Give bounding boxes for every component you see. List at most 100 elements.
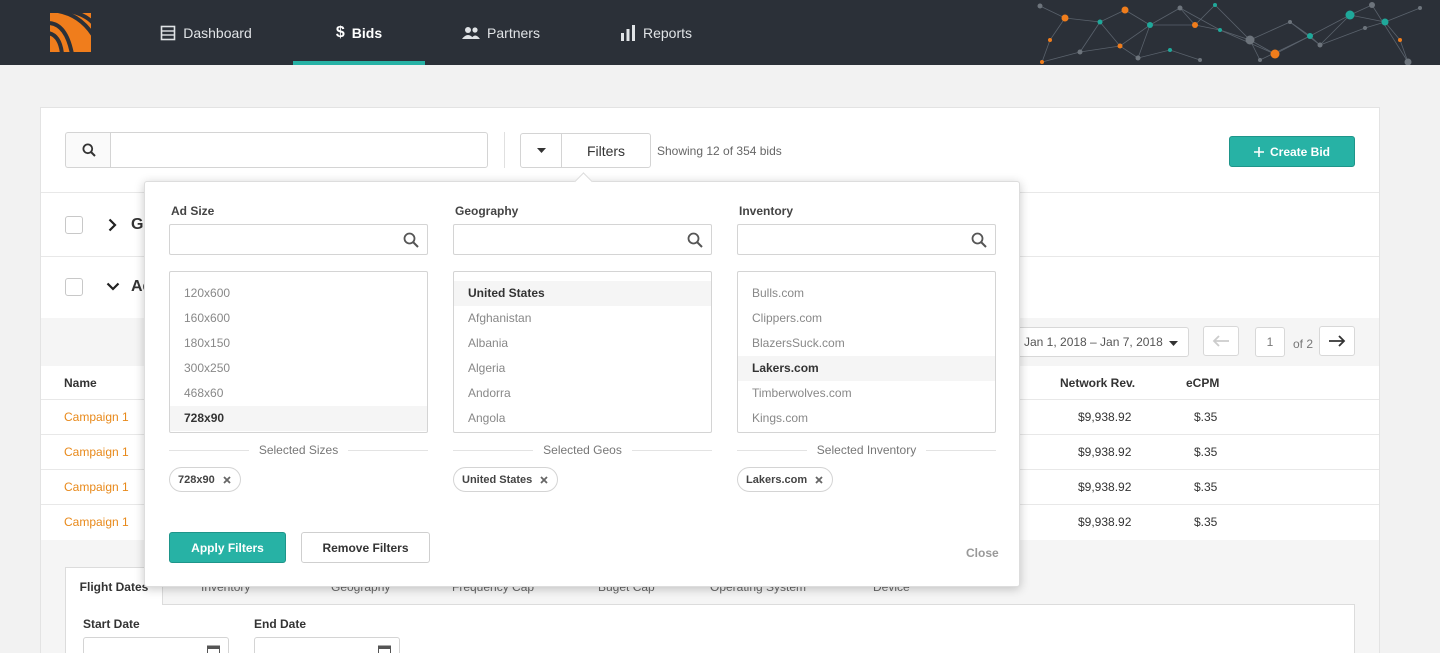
plus-icon bbox=[1253, 146, 1264, 157]
create-bid-label: Create Bid bbox=[1269, 144, 1331, 159]
selected-inventory-chip: Lakers.com bbox=[737, 467, 834, 492]
search-button[interactable] bbox=[65, 132, 111, 168]
nav-partners-label: Partners bbox=[487, 24, 540, 41]
list-item[interactable]: Angola bbox=[454, 406, 711, 431]
page-total: of 2 bbox=[1293, 337, 1314, 351]
divider bbox=[631, 449, 712, 451]
filter-dropdown-toggle[interactable] bbox=[520, 133, 562, 168]
selected-geos-label: Selected Geos bbox=[543, 443, 622, 457]
search-input[interactable] bbox=[110, 132, 488, 168]
column-header-network-rev[interactable]: Network Rev. bbox=[1060, 376, 1135, 390]
list-item-selected[interactable]: 728x90 bbox=[170, 406, 427, 431]
dashboard-icon bbox=[160, 25, 176, 40]
top-navigation-bar: Dashboard $ Bids Partners Reports bbox=[0, 0, 1440, 65]
ad-size-list[interactable]: 120x600 160x600 180x150 300x250 468x60 7… bbox=[169, 271, 428, 433]
arrow-right-icon bbox=[1329, 335, 1346, 347]
list-item[interactable]: Afghanistan bbox=[454, 306, 711, 331]
remove-chip-icon[interactable] bbox=[815, 475, 823, 484]
chevron-down-icon[interactable] bbox=[106, 282, 120, 291]
chip-label: 728x90 bbox=[178, 473, 215, 486]
page-number-input[interactable]: 1 bbox=[1255, 327, 1285, 357]
remove-chip-icon[interactable] bbox=[223, 475, 231, 484]
campaign-link[interactable]: Campaign 1 bbox=[64, 410, 129, 424]
list-item[interactable]: 160x600 bbox=[170, 306, 427, 331]
selected-size-chip: 728x90 bbox=[169, 467, 241, 492]
apply-filters-button[interactable]: Apply Filters bbox=[169, 532, 286, 563]
ad-size-search-input[interactable] bbox=[169, 224, 428, 255]
network-rev-cell: $9,938.92 bbox=[1078, 515, 1132, 529]
list-item[interactable]: Kings.com bbox=[738, 406, 995, 431]
end-date-input[interactable] bbox=[254, 637, 400, 653]
selected-sizes-heading: Selected Sizes bbox=[169, 442, 429, 458]
nav-reports-label: Reports bbox=[642, 24, 693, 41]
start-date-label: Start Date bbox=[83, 617, 140, 631]
chip-label: United States bbox=[462, 473, 533, 486]
list-item[interactable]: 468x60 bbox=[170, 381, 427, 406]
list-item-selected[interactable]: United States bbox=[454, 281, 711, 306]
toolbar-divider bbox=[504, 132, 505, 168]
campaign-link[interactable]: Campaign 1 bbox=[64, 515, 129, 529]
calendar-icon[interactable] bbox=[378, 644, 391, 653]
list-item[interactable]: BlazersSuck.com bbox=[738, 331, 995, 356]
next-page-button[interactable] bbox=[1319, 326, 1355, 356]
results-count: Showing 12 of 354 bids bbox=[657, 144, 782, 158]
selected-inventory-heading: Selected Inventory bbox=[737, 442, 996, 458]
geography-search-input[interactable] bbox=[453, 224, 712, 255]
inventory-search-input[interactable] bbox=[737, 224, 996, 255]
list-item[interactable]: Clippers.com bbox=[738, 306, 995, 331]
network-graphic bbox=[1037, 2, 1422, 65]
column-header-ecpm[interactable]: eCPM bbox=[1186, 376, 1219, 390]
close-popover-link[interactable]: Close bbox=[966, 546, 999, 560]
ecpm-cell: $.35 bbox=[1194, 445, 1218, 459]
nav-bids-label: Bids bbox=[351, 24, 383, 41]
group-checkbox[interactable] bbox=[65, 278, 83, 296]
search-icon bbox=[82, 143, 96, 157]
filters-button[interactable]: Filters bbox=[561, 133, 651, 168]
geography-title: Geography bbox=[455, 204, 519, 218]
network-rev-cell: $9,938.92 bbox=[1078, 445, 1132, 459]
list-item[interactable]: Andorra bbox=[454, 381, 711, 406]
divider bbox=[169, 449, 249, 451]
list-item[interactable]: 180x150 bbox=[170, 331, 427, 356]
list-item[interactable]: 120x600 bbox=[170, 281, 427, 306]
ecpm-cell: $.35 bbox=[1194, 515, 1218, 529]
nav-bids[interactable]: $ Bids bbox=[293, 0, 425, 65]
network-rev-cell: $9,938.92 bbox=[1078, 410, 1132, 424]
create-bid-button[interactable]: Create Bid bbox=[1229, 136, 1355, 167]
inventory-list[interactable]: Bulls.com Clippers.com BlazersSuck.com L… bbox=[737, 271, 996, 433]
list-item[interactable]: Albania bbox=[454, 331, 711, 356]
nav-partners[interactable]: Partners bbox=[460, 0, 542, 65]
caret-down-icon bbox=[536, 148, 546, 153]
remove-chip-icon[interactable] bbox=[540, 475, 548, 484]
chip-label: Lakers.com bbox=[746, 473, 808, 486]
start-date-input[interactable] bbox=[83, 637, 229, 653]
divider bbox=[453, 449, 534, 451]
nav-reports[interactable]: Reports bbox=[617, 0, 695, 65]
people-icon bbox=[462, 26, 481, 39]
ecpm-cell: $.35 bbox=[1194, 480, 1218, 494]
list-item[interactable]: 300x250 bbox=[170, 356, 427, 381]
selected-sizes-label: Selected Sizes bbox=[258, 443, 339, 457]
list-item-selected[interactable]: Lakers.com bbox=[738, 356, 995, 381]
list-item[interactable]: Timberwolves.com bbox=[738, 381, 995, 406]
selected-geo-chip: United States bbox=[453, 467, 559, 492]
campaign-link[interactable]: Campaign 1 bbox=[64, 445, 129, 459]
column-header-name[interactable]: Name bbox=[64, 376, 97, 390]
date-range-select[interactable]: Jan 1, 2018 – Jan 7, 2018 bbox=[1013, 327, 1189, 357]
previous-page-button[interactable] bbox=[1203, 326, 1239, 356]
divider bbox=[737, 449, 807, 451]
divider bbox=[926, 449, 996, 451]
geography-list[interactable]: United States Afghanistan Albania Algeri… bbox=[453, 271, 712, 433]
inventory-title: Inventory bbox=[739, 204, 794, 218]
brand-logo[interactable] bbox=[50, 13, 91, 52]
list-item[interactable]: Bulls.com bbox=[738, 281, 995, 306]
nav-dashboard[interactable]: Dashboard bbox=[158, 0, 254, 65]
campaign-link[interactable]: Campaign 1 bbox=[64, 480, 129, 494]
arrow-left-icon bbox=[1212, 335, 1229, 347]
calendar-icon[interactable] bbox=[207, 644, 220, 653]
list-item[interactable]: Algeria bbox=[454, 356, 711, 381]
tab-content: Start Date End Date bbox=[65, 604, 1355, 653]
chevron-right-icon[interactable] bbox=[108, 218, 117, 232]
remove-filters-button[interactable]: Remove Filters bbox=[301, 532, 430, 563]
group-checkbox[interactable] bbox=[65, 216, 83, 234]
